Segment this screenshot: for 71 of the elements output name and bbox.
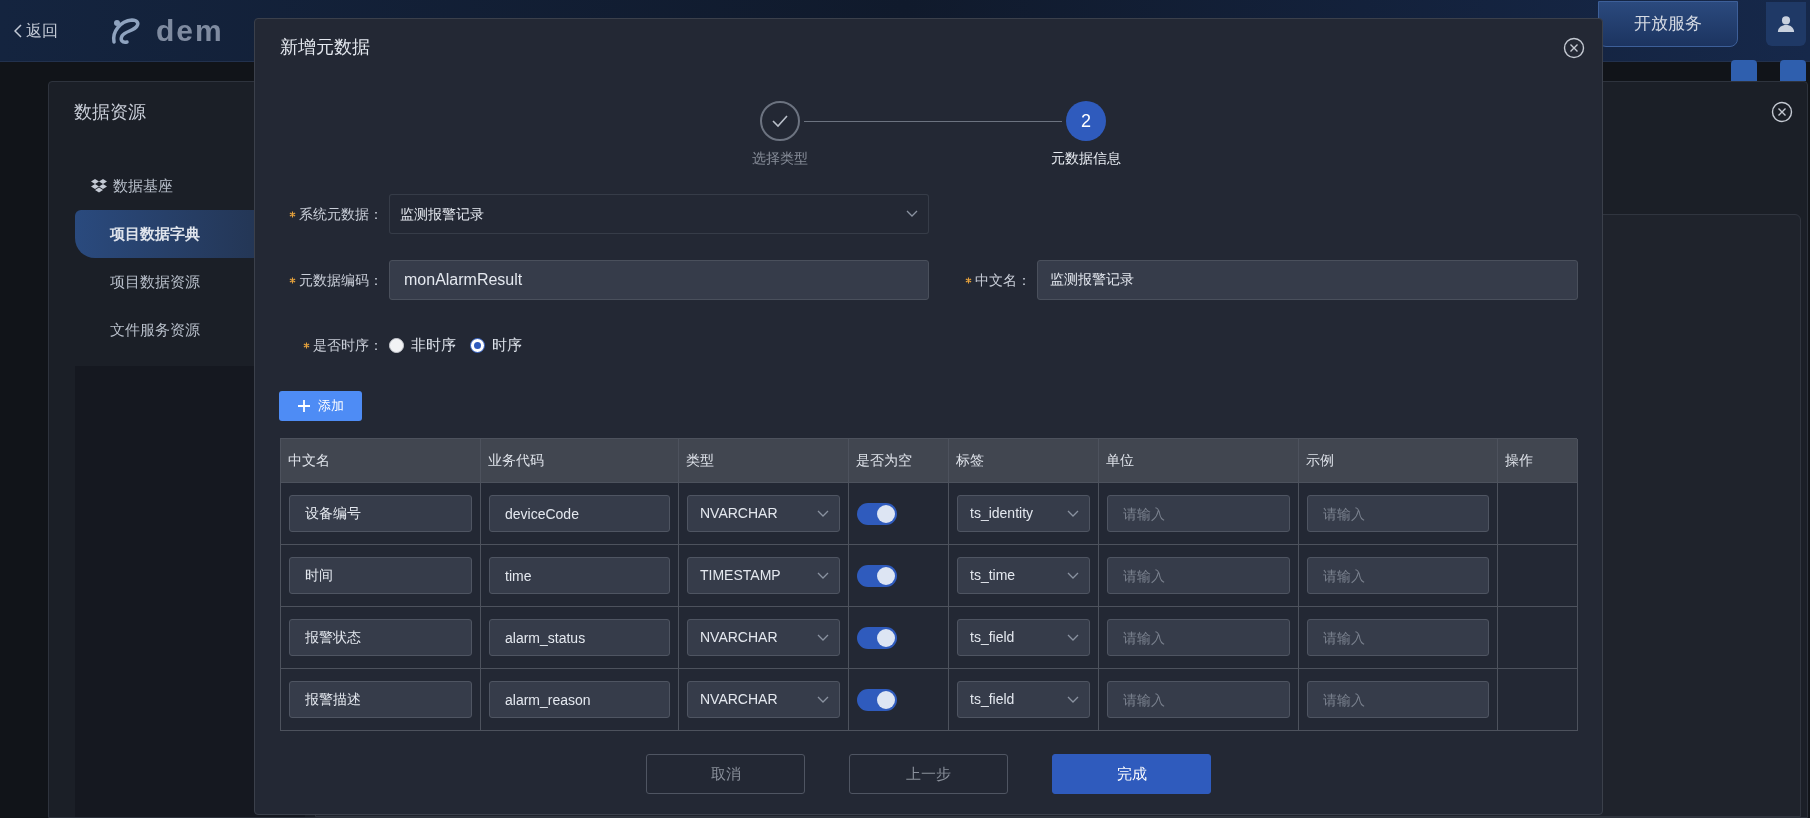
input-field[interactable]: 报警状态	[289, 619, 472, 656]
column-header: 是否为空	[849, 439, 949, 483]
toggle-switch[interactable]	[857, 564, 897, 587]
column-header: 示例	[1299, 439, 1498, 483]
radio-button[interactable]	[470, 337, 485, 353]
input-field[interactable]: 请输入	[1107, 681, 1290, 718]
input-field[interactable]: 请输入	[1107, 495, 1290, 532]
field-label: 中文名：	[975, 270, 1031, 290]
back-link[interactable]: 返回	[14, 18, 58, 43]
input-field[interactable]: 时间	[289, 557, 472, 594]
modal-title: 新增元数据	[280, 36, 370, 59]
toggle-switch[interactable]	[857, 688, 897, 711]
step-label: 元数据信息	[1050, 149, 1122, 168]
radio-label: 非时序	[411, 334, 456, 355]
dialog-button[interactable]: 取消	[646, 754, 805, 794]
chevron-down-icon	[1067, 509, 1079, 518]
input-field[interactable]: 请输入	[1307, 495, 1489, 532]
select-field[interactable]: NVARCHAR	[687, 495, 840, 532]
input-field[interactable]: 请输入	[1307, 681, 1489, 718]
input-field[interactable]: 请输入	[1307, 557, 1489, 594]
input-field[interactable]: 请输入	[1307, 619, 1489, 656]
column-header: 业务代码	[481, 439, 679, 483]
input-field[interactable]: 请输入	[1107, 557, 1290, 594]
user-icon	[1777, 14, 1795, 33]
toggle-switch[interactable]	[857, 502, 897, 525]
select-field[interactable]: NVARCHAR	[687, 681, 840, 718]
input-field[interactable]: deviceCode	[489, 495, 670, 532]
input-field[interactable]: 请输入	[1107, 619, 1290, 656]
chevron-down-icon	[817, 571, 829, 580]
select-field[interactable]: ts_identity	[957, 495, 1090, 532]
column-header: 中文名	[281, 439, 481, 483]
input-field[interactable]: 监测报警记录	[1037, 260, 1578, 300]
nav-tab[interactable]: 开放服务	[1598, 0, 1738, 47]
select-field[interactable]: ts_time	[957, 557, 1090, 594]
input-field[interactable]: 报警描述	[289, 681, 472, 718]
toggle-switch[interactable]	[857, 626, 897, 649]
column-header: 标签	[949, 439, 1099, 483]
select-field[interactable]: ts_field	[957, 681, 1090, 718]
chevron-down-icon	[1067, 633, 1079, 642]
field-label: 元数据编码：	[299, 270, 383, 290]
column-header: 单位	[1099, 439, 1299, 483]
chevron-down-icon	[817, 695, 829, 704]
chevron-down-icon	[906, 210, 918, 218]
input-field[interactable]: 设备编号	[289, 495, 472, 532]
step-label: 选择类型	[751, 149, 809, 168]
input-field[interactable]: alarm_status	[489, 619, 670, 656]
column-header: 操作	[1498, 439, 1578, 483]
input-field[interactable]: alarm_reason	[489, 681, 670, 718]
select-field[interactable]: NVARCHAR	[687, 619, 840, 656]
chevron-down-icon	[1067, 695, 1079, 704]
input-field[interactable]: time	[489, 557, 670, 594]
boxes-icon	[91, 179, 107, 193]
field-label: 是否时序：	[313, 335, 383, 355]
chevron-left-icon	[14, 23, 22, 38]
dialog-button[interactable]: 上一步	[849, 754, 1008, 794]
brand-name: dem	[156, 13, 224, 49]
chevron-down-icon	[817, 509, 829, 518]
chevron-down-icon	[817, 633, 829, 642]
finish-button[interactable]: 完成	[1052, 754, 1211, 794]
plus-icon	[297, 400, 310, 412]
select-field[interactable]: TIMESTAMP	[687, 557, 840, 594]
close-icon[interactable]	[1563, 36, 1585, 59]
column-header: 类型	[679, 439, 849, 483]
select-field[interactable]: ts_field	[957, 619, 1090, 656]
user-button[interactable]	[1766, 1, 1806, 46]
select-field[interactable]: 监测报警记录	[389, 194, 929, 234]
close-icon[interactable]	[1771, 101, 1793, 123]
radio-label: 时序	[492, 334, 522, 355]
input-field[interactable]: monAlarmResult	[389, 260, 929, 300]
panel-title: 数据资源	[74, 100, 146, 124]
chevron-down-icon	[1067, 571, 1079, 580]
